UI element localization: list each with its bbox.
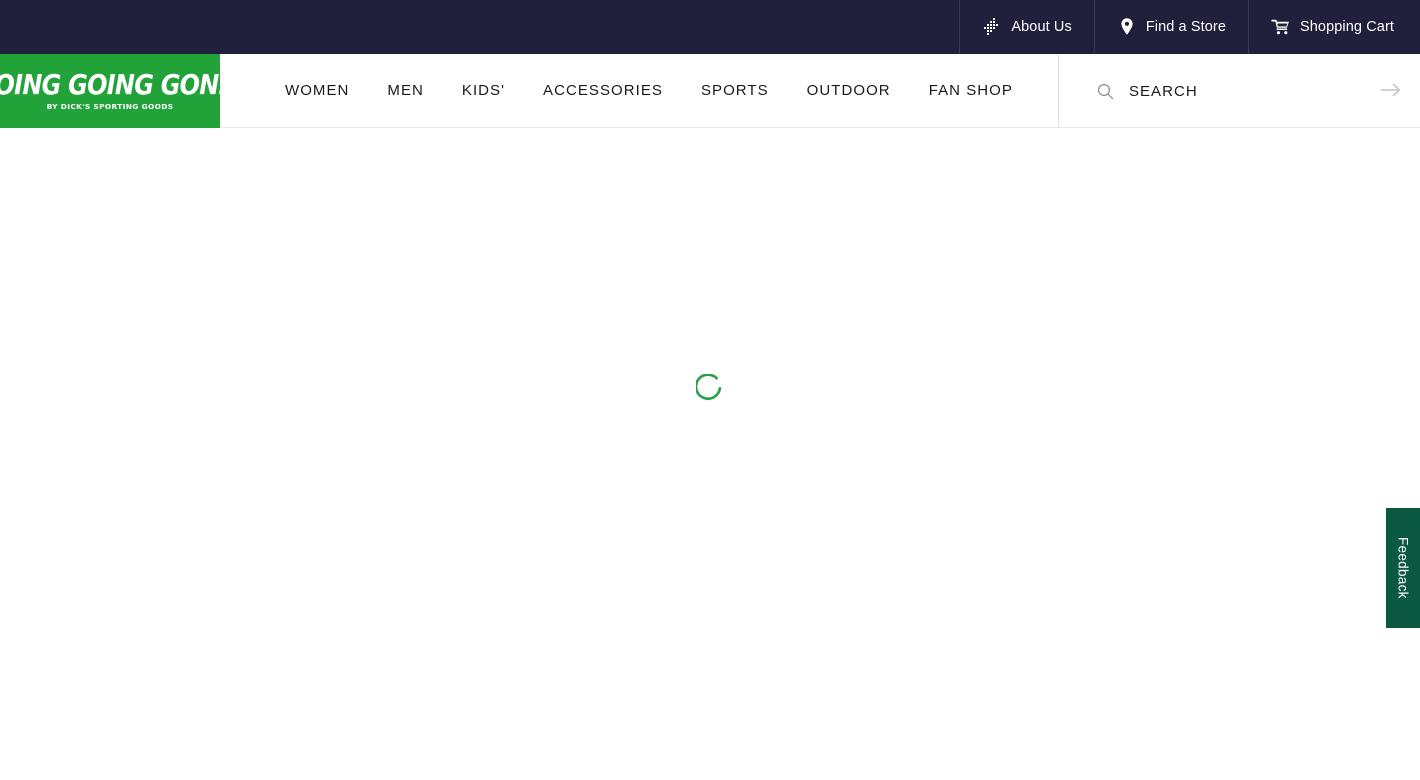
nav-item-accessories[interactable]: ACCESSORIES [524, 54, 682, 128]
nav-item-kids[interactable]: KIDS' [443, 54, 524, 128]
nav-item-women[interactable]: WOMEN [266, 54, 368, 128]
utility-item-about-us[interactable]: About Us [959, 0, 1093, 54]
utility-item-about-us-label: About Us [1011, 18, 1072, 35]
feedback-tab-button[interactable]: Feedback [1386, 508, 1420, 628]
loading-state [0, 128, 1420, 780]
site-logo[interactable]: GOING GOING GONE! BY DICK'S SPORTING GOO… [0, 54, 220, 128]
main-header: GOING GOING GONE! BY DICK'S SPORTING GOO… [0, 54, 1420, 128]
utility-item-find-a-store-label: Find a Store [1145, 18, 1226, 35]
utility-item-shopping-cart-label: Shopping Cart [1300, 18, 1394, 35]
search-icon [1097, 82, 1115, 100]
utility-item-shopping-cart[interactable]: Shopping Cart [1248, 0, 1420, 54]
ggg-dotted-arrow-icon [982, 17, 1002, 37]
loading-spinner-icon [694, 373, 726, 404]
main-content-area [0, 128, 1420, 780]
nav-item-sports[interactable]: SPORTS [682, 54, 788, 128]
nav-item-fan-shop[interactable]: FAN SHOP [910, 54, 1032, 128]
nav-item-outdoor[interactable]: OUTDOOR [788, 54, 910, 128]
map-pin-icon [1117, 17, 1137, 37]
search-submit-button[interactable] [1378, 78, 1404, 104]
feedback-tab-label: Feedback [1395, 537, 1411, 599]
nav-item-men[interactable]: MEN [368, 54, 442, 128]
utility-top-bar: About Us Find a Store Shopping Cart [0, 0, 1420, 54]
site-logo-secondary-text: BY DICK'S SPORTING GOODS [46, 101, 174, 111]
utility-item-find-a-store[interactable]: Find a Store [1093, 0, 1248, 54]
site-logo-primary-text: GOING GOING GONE! [0, 68, 220, 101]
shopping-cart-icon [1271, 17, 1291, 37]
primary-navigation: WOMEN MEN KIDS' ACCESSORIES SPORTS OUTDO… [220, 54, 1032, 128]
search-region [1057, 54, 1420, 128]
search-input[interactable] [1128, 82, 1368, 100]
arrow-right-icon [1380, 82, 1402, 101]
